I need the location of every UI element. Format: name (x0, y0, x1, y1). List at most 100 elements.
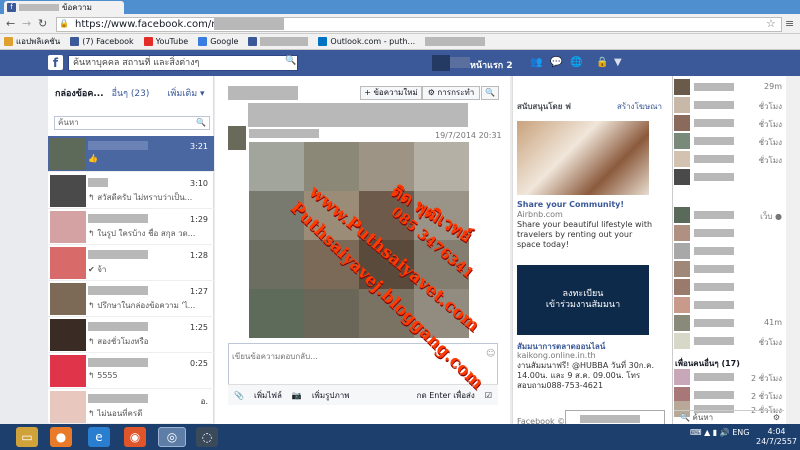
notifications-icon[interactable]: 🌐 (570, 57, 582, 68)
avatar (674, 207, 690, 223)
star-bookmark-icon[interactable]: ☆ (766, 17, 776, 30)
thread-time: 3:10 (190, 179, 208, 188)
thread-snippet: ↰ สองชั่วโมงหรือ (88, 337, 149, 346)
facebook-search-input[interactable]: ค้นหาบุคคล สถานที่ และสิ่งต่างๆ (68, 55, 298, 71)
internet-explorer-icon[interactable]: e (88, 427, 110, 447)
chat-search-input[interactable]: 🔍 ค้นหา ⚙ (674, 410, 784, 424)
address-bar[interactable]: https://www.facebook.com/mes (56, 17, 782, 32)
bookmark-facebook[interactable]: (7) Facebook (70, 37, 134, 46)
chat-contact[interactable] (674, 278, 784, 296)
more-menu-link[interactable]: เพิ่มเติม ▾ (167, 86, 204, 100)
attach-photo-link[interactable]: เพิ่มรูปภาพ (312, 389, 350, 402)
paint-icon[interactable]: ● (50, 427, 72, 447)
firefox-icon[interactable]: ◉ (124, 427, 146, 447)
facebook-logo-icon[interactable]: f (48, 55, 63, 70)
thread-item[interactable]: ✔ จ้า 1:28 (48, 245, 214, 281)
file-explorer-icon[interactable]: ▭ (16, 427, 38, 447)
chat-contact[interactable]: ชั่วโมง (674, 114, 784, 132)
friend-requests-icon[interactable]: 👥 (530, 57, 542, 68)
ad-image-airbnb[interactable] (517, 121, 649, 195)
chat-contact[interactable] (674, 242, 784, 260)
thread-item[interactable]: ↰ 5555 0:25 (48, 353, 214, 389)
page-scrollbar[interactable] (786, 76, 800, 424)
enter-to-send-checkbox[interactable]: ☑ (485, 391, 492, 400)
inbox-search-input[interactable]: ค้นหา 🔍 (54, 116, 210, 130)
thread-item[interactable]: ↰ สวัสดีครับ ไม่ทราบว่าเป็น... 3:10 (48, 173, 214, 209)
chat-contact[interactable]: 2 ชั่วโมง (674, 368, 784, 386)
profile-avatar[interactable] (432, 55, 450, 71)
thread-snippet: ↰ ในรูป ใครบ้าง ชื่อ สกุล วด... (88, 229, 196, 238)
bookmark-blurred[interactable] (248, 37, 309, 46)
camera-icon[interactable]: 📷 (292, 391, 302, 400)
chat-contact[interactable]: 29m (674, 78, 784, 96)
avatar (674, 279, 690, 295)
bookmark-apps[interactable]: แอปพลิเคชัน (4, 35, 60, 48)
conversation-search-button[interactable]: 🔍 (481, 86, 499, 100)
avatar (674, 297, 690, 313)
privacy-lock-icon[interactable]: 🔒 (596, 57, 608, 68)
avatar (50, 319, 86, 351)
chat-contact-status: ชั่วโมง (758, 138, 782, 147)
messages-icon[interactable]: 💬 (550, 57, 562, 68)
other-folder-link[interactable]: อื่นๆ (23) (112, 86, 150, 100)
thread-item[interactable]: ↰ สองชั่วโมงหรือ 1:25 (48, 317, 214, 353)
chat-contact-status: ชั่วโมง (758, 156, 782, 165)
thread-name-blur (88, 322, 148, 331)
chat-contact[interactable]: ชั่วโมง (674, 132, 784, 150)
menu-icon[interactable]: ≡ (785, 17, 794, 30)
avatar (674, 169, 690, 185)
chat-contact-name-blur (694, 265, 734, 273)
new-message-button[interactable]: + ข้อความใหม่ (360, 86, 422, 100)
avatar (674, 243, 690, 259)
thread-item[interactable]: ↰ ในรูป ใครบ้าง ชื่อ สกุล วด... 1:29 (48, 209, 214, 245)
browser-tab[interactable]: f ข้อความ (4, 1, 124, 14)
clock[interactable]: 4:04 24/7/2557 (756, 427, 797, 447)
url-blur (214, 18, 284, 30)
ad-url[interactable]: kaikong.online.in.th (517, 351, 596, 360)
ad-title[interactable]: Share your Community! (517, 200, 624, 209)
bookmark-outlook[interactable]: Outlook.com - puth... (318, 37, 415, 46)
inbox-title[interactable]: กล่องข้อค... (55, 86, 104, 100)
attach-file-icon[interactable]: 📎 (234, 391, 244, 400)
facebook-favicon-icon: f (7, 3, 16, 12)
chat-settings-icon[interactable]: ⚙ (773, 411, 780, 425)
chat-contact[interactable]: 41m (674, 314, 784, 332)
ad-image-seminar[interactable]: ลงทะเบียน เข้าร่วมงานสัมมนา (517, 265, 649, 335)
chat-contact[interactable] (674, 296, 784, 314)
chat-contact[interactable]: ชั่วโมง (674, 96, 784, 114)
bookmark-youtube[interactable]: YouTube (143, 37, 188, 46)
actions-button[interactable]: ⚙ การกระทำ (422, 86, 480, 100)
tab-title: ข้อความ (62, 3, 92, 12)
system-tray[interactable]: ⌨ ▲ ▮ 🔊 ENG (690, 428, 749, 437)
back-icon[interactable]: ← (6, 17, 15, 30)
thread-item[interactable]: 👍 3:21 (48, 136, 214, 172)
bookmark-google[interactable]: Google (198, 37, 238, 46)
avatar (674, 225, 690, 241)
chat-contact[interactable]: เว็บ ● (674, 206, 784, 224)
chrome-icon[interactable]: ◎ (158, 427, 186, 447)
thread-name-blur (88, 141, 148, 150)
app-icon[interactable]: ◌ (196, 427, 218, 447)
emoji-icon[interactable]: ☺ (486, 349, 495, 359)
chat-contact[interactable] (674, 260, 784, 278)
chat-contact[interactable]: ชั่วโมง (674, 332, 784, 350)
chat-contact[interactable] (674, 168, 784, 186)
chat-contact-name-blur (694, 173, 734, 181)
settings-dropdown-icon[interactable]: ▼ (614, 57, 622, 68)
create-ad-link[interactable]: สร้างโฆษณา (617, 100, 662, 113)
ad-url[interactable]: Airbnb.com (517, 210, 563, 219)
chat-contact[interactable] (674, 224, 784, 242)
thread-item[interactable]: ↰ ไม่นอนที่ครดี อ. (48, 389, 214, 424)
search-icon[interactable]: 🔍 (196, 117, 206, 129)
reload-icon[interactable]: ↻ (38, 17, 47, 30)
search-icon[interactable]: 🔍 (285, 56, 296, 66)
avatar (674, 133, 690, 149)
attach-file-link[interactable]: เพิ่มไฟล์ (254, 389, 282, 402)
chat-contact[interactable]: ชั่วโมง (674, 150, 784, 168)
thread-item[interactable]: ↰ ปรึกษาในกล่องข้อความ 'ไ... 1:27 (48, 281, 214, 317)
forward-icon[interactable]: → (22, 17, 31, 30)
inbox-header: กล่องข้อค... อื่นๆ (23) เพิ่มเติม ▾ (55, 86, 205, 100)
chat-popup-name-blur (580, 415, 640, 423)
home-link[interactable]: หน้าแรก 2 (470, 58, 513, 72)
sponsored-label: สนับสนุนโดย ฟ (517, 102, 571, 111)
